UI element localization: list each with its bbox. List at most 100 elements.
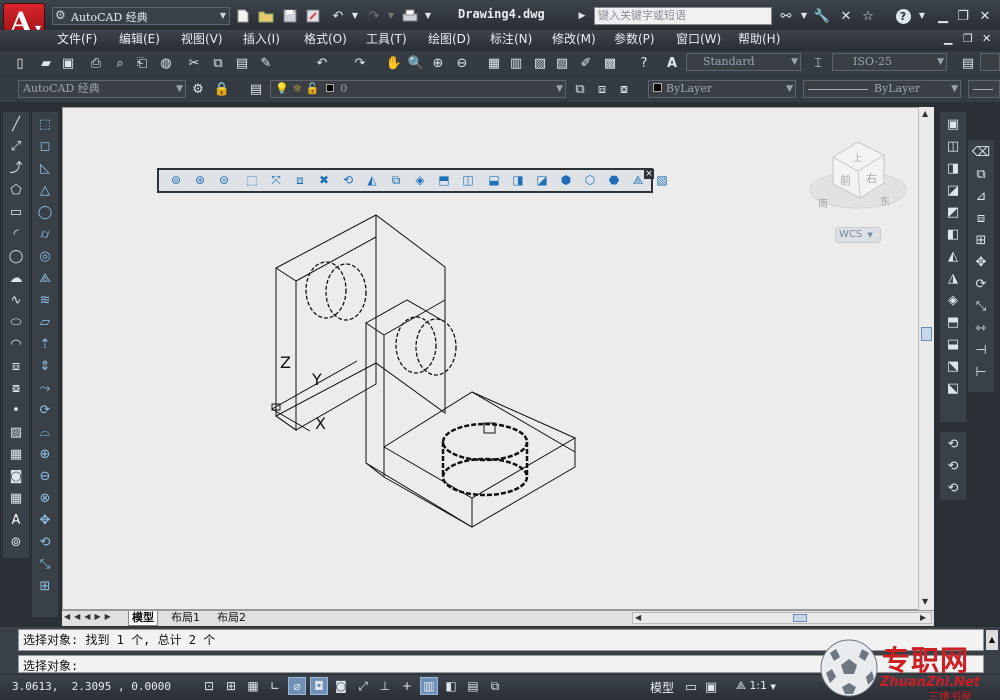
circle-icon[interactable]: ◯ — [5, 246, 27, 266]
menu-window[interactable]: 窗口(W) — [676, 30, 721, 48]
sweep-icon[interactable]: ⤳ — [34, 378, 56, 398]
face-delete-icon[interactable]: ◩ — [942, 202, 964, 222]
save-icon[interactable]: ▣ — [58, 53, 78, 73]
quickcalc-icon[interactable]: ▩ — [600, 53, 620, 73]
line-icon[interactable]: ╱ — [5, 114, 27, 134]
region-icon[interactable]: ◙ — [5, 466, 27, 486]
zoom-previous-icon[interactable]: ⊖ — [452, 53, 472, 73]
3d-move-icon[interactable]: ✥ — [34, 510, 56, 530]
tool-palettes-icon[interactable]: ▧ — [530, 53, 550, 73]
helix-icon[interactable]: ≋ — [34, 290, 56, 310]
polar-tracking-icon[interactable]: ⌀ — [288, 677, 306, 695]
3d-rotate-icon[interactable]: ⟲ — [34, 532, 56, 552]
loft-icon[interactable]: ⌓ — [34, 422, 56, 442]
dim-style-icon[interactable]: ⌶ — [808, 53, 828, 73]
face-move-icon[interactable]: ◨ — [942, 158, 964, 178]
extend-icon[interactable]: ⊢ — [970, 362, 992, 382]
markup-icon[interactable]: ✐ — [576, 53, 596, 73]
table-icon[interactable]: ▦ — [5, 488, 27, 508]
make-current-layer-icon[interactable]: ⧉ — [570, 79, 590, 99]
3d-array-icon[interactable]: ⊞ — [34, 576, 56, 596]
scroll-thumb[interactable] — [921, 327, 932, 341]
zoom-realtime-icon[interactable]: 🔍 — [406, 53, 426, 73]
doc-restore-icon[interactable]: ❐ — [963, 30, 973, 48]
offset-icon[interactable]: ⧈ — [970, 208, 992, 228]
add-selected-icon[interactable]: ⊚ — [5, 532, 27, 552]
zoom-window-icon[interactable]: ⊕ — [428, 53, 448, 73]
close-icon[interactable]: ✕ — [975, 6, 995, 26]
face-extrude-icon[interactable]: ◫ — [942, 136, 964, 156]
lock-icon[interactable]: 🔒 — [212, 79, 232, 99]
menu-file[interactable]: 文件(F) — [57, 30, 97, 48]
open-icon[interactable]: ▰ — [36, 53, 56, 73]
undo-icon[interactable]: ↶ — [312, 53, 332, 73]
model-space-label[interactable]: 模型 — [650, 679, 674, 696]
subscription-key-icon[interactable]: 🔧 — [812, 6, 832, 26]
menu-modify[interactable]: 修改(M) — [552, 30, 596, 48]
grid-display-icon[interactable]: ▦ — [244, 677, 262, 695]
chevron-right-icon[interactable]: ▶ — [572, 6, 592, 26]
table-style-select[interactable] — [980, 53, 1000, 71]
polygon-icon[interactable]: ⬠ — [5, 180, 27, 200]
make-block-icon[interactable]: ⧇ — [5, 378, 27, 398]
color-select[interactable]: ByLayer ▼ — [648, 80, 796, 98]
3d-orbit-icon[interactable]: ⟲ — [942, 434, 964, 454]
help-icon[interactable]: ? — [893, 6, 913, 26]
trim-icon[interactable]: ⊣ — [970, 340, 992, 360]
design-center-icon[interactable]: ▥ — [506, 53, 526, 73]
text-style-select[interactable]: Standard ▼ — [686, 53, 801, 71]
chevron-down-icon[interactable]: ▼ — [912, 6, 932, 26]
help-icon[interactable]: ? — [634, 53, 654, 73]
offset-faces-icon[interactable]: ⧈ — [291, 171, 309, 189]
scale-icon[interactable]: ⤡ — [970, 296, 992, 316]
continuous-orbit-icon[interactable]: ⟲ — [942, 478, 964, 498]
communication-center-icon[interactable]: ✕ — [836, 6, 856, 26]
solid-union-icon[interactable]: ▣ — [942, 114, 964, 134]
union-icon[interactable]: ⊚ — [167, 171, 185, 189]
presspull-icon[interactable]: ⇕ — [34, 356, 56, 376]
rotate-faces-icon[interactable]: ⟲ — [339, 171, 357, 189]
copy-faces-icon[interactable]: ⧉ — [387, 171, 405, 189]
tab-layout1[interactable]: 布局1 — [168, 611, 203, 625]
tab-model[interactable]: 模型 — [128, 611, 158, 626]
spline-icon[interactable]: ∿ — [5, 290, 27, 310]
separate-icon[interactable]: ◪ — [533, 171, 551, 189]
interfere-icon[interactable]: ⬣ — [605, 171, 623, 189]
layer-properties-icon[interactable]: ▤ — [246, 79, 266, 99]
new-icon[interactable]: ▯ — [10, 53, 30, 73]
mirror-icon[interactable]: ⊿ — [970, 186, 992, 206]
3d-align-icon[interactable]: ⤡ — [34, 554, 56, 574]
shell-icon[interactable]: ⬢ — [557, 171, 575, 189]
ortho-mode-icon[interactable]: ∟ — [266, 677, 284, 695]
union-icon[interactable]: ⊕ — [34, 444, 56, 464]
layer-previous-icon[interactable]: ⧈ — [592, 79, 612, 99]
taper-faces-icon[interactable]: ◭ — [363, 171, 381, 189]
cut-icon[interactable]: ✂ — [184, 53, 204, 73]
qopen-icon[interactable] — [256, 6, 276, 26]
thicken-icon[interactable]: ▧ — [653, 171, 671, 189]
restore-icon[interactable]: ❐ — [953, 6, 973, 26]
intersect-icon[interactable]: ⊜ — [215, 171, 233, 189]
workspace-select[interactable]: AutoCAD 经典 ▼ — [18, 80, 186, 98]
face-rotate-icon[interactable]: ◧ — [942, 224, 964, 244]
redo-icon[interactable]: ↷ — [350, 53, 370, 73]
chevron-down-icon[interactable]: ▼ — [794, 6, 814, 26]
imprint-icon[interactable]: ⬔ — [942, 356, 964, 376]
polysolid-icon[interactable]: ⬚ — [34, 114, 56, 134]
move-faces-icon[interactable]: ⤧ — [267, 171, 285, 189]
rotate-icon[interactable]: ⟳ — [970, 274, 992, 294]
chevron-down-icon[interactable]: ▼ — [345, 6, 365, 26]
copy-object-icon[interactable]: ⧉ — [970, 164, 992, 184]
horizontal-scrollbar[interactable]: ◀ ▶ — [632, 612, 932, 624]
chevron-down-icon[interactable]: ▼ — [381, 6, 401, 26]
object-snap-tracking-icon[interactable]: ⤢ — [354, 677, 372, 695]
scroll-left-icon[interactable]: ◀ — [635, 613, 641, 622]
text-style-icon[interactable]: A — [662, 53, 682, 73]
transparency-icon[interactable]: ◧ — [442, 677, 460, 695]
menu-insert[interactable]: 插入(I) — [243, 30, 280, 48]
gradient-icon[interactable]: ▦ — [5, 444, 27, 464]
quick-view-drawings-icon[interactable]: ▣ — [701, 677, 721, 697]
doc-close-icon[interactable]: ✕ — [982, 30, 991, 48]
quick-view-layouts-icon[interactable]: ▭ — [681, 677, 701, 697]
intersect-icon[interactable]: ⊗ — [34, 488, 56, 508]
